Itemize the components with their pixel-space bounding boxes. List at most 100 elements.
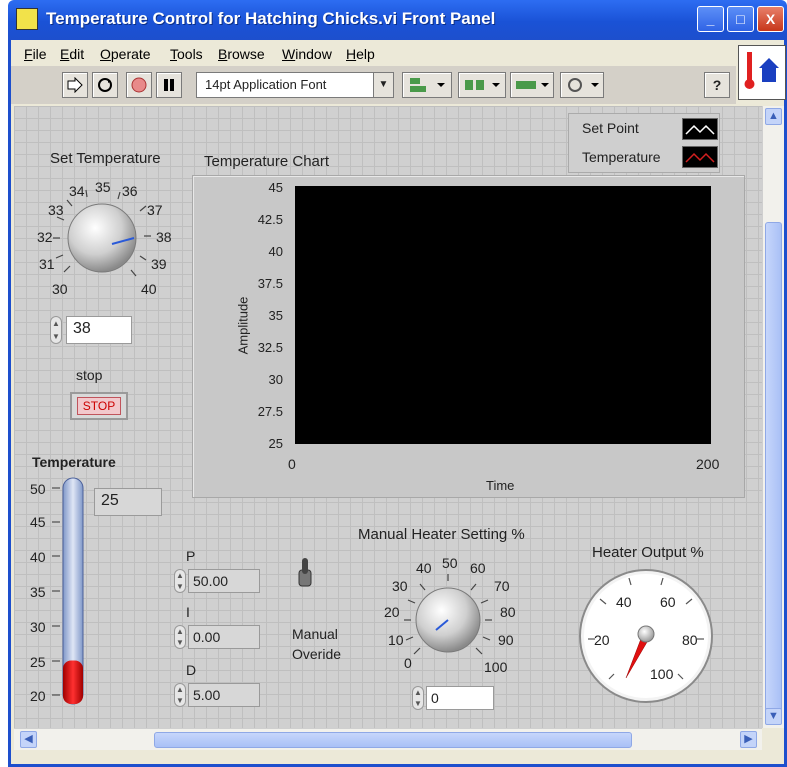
window-title: Temperature Control for Hatching Chicks.…: [46, 9, 496, 28]
legend-temperature: Temperature: [582, 149, 661, 165]
plot-area[interactable]: [295, 186, 711, 444]
i-increment[interactable]: ▲ ▼: [174, 625, 186, 649]
temperature-scale-35: 35: [30, 584, 46, 600]
scroll-right-icon[interactable]: ▶: [740, 731, 757, 748]
ytick-25: 25: [268, 436, 283, 451]
run-arrow-icon: [67, 76, 83, 94]
gauge-scale-80: 80: [682, 632, 698, 648]
ytick-30: 30: [268, 372, 283, 387]
temperature-scale-30: 30: [30, 619, 46, 635]
heater-setting-increment[interactable]: ▲ ▼: [412, 686, 424, 710]
chart-xlabel: Time: [486, 478, 515, 493]
vertical-scrollbar[interactable]: ▲ ▼: [762, 106, 784, 728]
thermometer-house-icon: [744, 52, 779, 89]
horizontal-scroll-thumb[interactable]: [154, 732, 632, 748]
menu-file[interactable]: File: [24, 46, 47, 62]
gauge-scale-20: 20: [594, 632, 610, 648]
set-temp-scale-39: 39: [151, 256, 167, 272]
resize-icon: [516, 81, 549, 89]
align-icon: [410, 78, 445, 92]
distribute-icon: [465, 80, 500, 90]
p-label: P: [186, 548, 196, 564]
set-temperature-increment[interactable]: ▲ ▼: [50, 316, 62, 344]
set-temp-scale-33: 33: [48, 202, 64, 218]
scroll-left-icon[interactable]: ◀: [20, 731, 37, 748]
pause-button[interactable]: [156, 72, 182, 98]
vertical-scroll-thumb[interactable]: [765, 222, 782, 717]
vi-icon[interactable]: [738, 45, 786, 100]
help-button[interactable]: ?: [704, 72, 730, 98]
heater-scale-20: 20: [384, 604, 400, 620]
close-button[interactable]: X: [757, 6, 784, 32]
minimize-button[interactable]: _: [697, 6, 724, 32]
chevron-down-icon: ▼: [373, 73, 393, 97]
ytick-27-5: 27.5: [257, 404, 283, 419]
heater-output-label: Heater Output %: [592, 544, 704, 561]
manual-override-label-1: Manual: [292, 626, 338, 642]
heater-setting-value[interactable]: 0: [426, 686, 494, 710]
heater-scale-90: 90: [498, 632, 514, 648]
menu-edit[interactable]: Edit: [60, 46, 84, 62]
reorder-button[interactable]: [560, 72, 604, 98]
stop-label: stop: [76, 367, 103, 383]
font-select[interactable]: 14pt Application Font ▼: [196, 72, 394, 98]
abort-button[interactable]: [126, 72, 152, 98]
run-button[interactable]: [62, 72, 88, 98]
d-value[interactable]: 5.00: [188, 683, 260, 707]
menu-tools[interactable]: Tools: [170, 46, 203, 62]
d-increment[interactable]: ▲ ▼: [174, 683, 186, 707]
abort-icon: [131, 77, 147, 93]
xtick-200: 200: [696, 456, 720, 472]
ytick-40: 40: [268, 244, 283, 259]
stop-button[interactable]: STOP: [70, 392, 128, 420]
pause-icon: [164, 79, 174, 91]
heater-setting-label: Manual Heater Setting %: [358, 526, 525, 543]
run-continuously-button[interactable]: [92, 72, 118, 98]
scroll-down-icon[interactable]: ▼: [765, 708, 782, 725]
set-temperature-value[interactable]: 38: [66, 316, 132, 344]
menu-help[interactable]: Help: [346, 46, 375, 62]
set-temp-scale-37: 37: [147, 202, 163, 218]
manual-override-toggle[interactable]: [296, 556, 314, 588]
legend-temperature-swatch[interactable]: [682, 146, 718, 168]
heater-scale-30: 30: [392, 578, 408, 594]
xtick-0: 0: [288, 456, 296, 472]
legend-set-point: Set Point: [582, 120, 639, 136]
heater-scale-0: 0: [404, 655, 412, 671]
d-label: D: [186, 662, 197, 678]
set-temp-scale-31: 31: [39, 256, 55, 272]
chart-ylabel: Amplitude: [235, 296, 251, 355]
set-temp-scale-30: 30: [52, 281, 68, 297]
horizontal-scrollbar[interactable]: ◀ ▶: [14, 728, 762, 750]
temperature-scale-40: 40: [30, 549, 46, 565]
heater-scale-40: 40: [416, 560, 432, 576]
i-value[interactable]: 0.00: [188, 625, 260, 649]
temperature-scale-20: 20: [30, 688, 46, 704]
thermometer-indicator: [52, 477, 84, 705]
menu-operate[interactable]: Operate: [100, 46, 151, 62]
set-temp-scale-35: 35: [95, 179, 111, 195]
resize-objects-button[interactable]: [510, 72, 554, 98]
temperature-scale-25: 25: [30, 654, 46, 670]
maximize-button[interactable]: □: [727, 6, 754, 32]
thermometer-fill: [63, 660, 83, 704]
stop-button-text: STOP: [77, 397, 121, 415]
labview-app-icon[interactable]: [16, 8, 38, 30]
set-temp-scale-40: 40: [141, 281, 157, 297]
legend-set-point-swatch[interactable]: [682, 118, 718, 140]
set-temp-scale-34: 34: [69, 183, 85, 199]
align-objects-button[interactable]: [402, 72, 452, 98]
temperature-scale-50: 50: [30, 481, 46, 497]
heater-scale-80: 80: [500, 604, 516, 620]
distribute-objects-button[interactable]: [458, 72, 506, 98]
gauge-scale-60: 60: [660, 594, 676, 610]
menu-browse[interactable]: Browse: [218, 46, 265, 62]
manual-override-label-2: Overide: [292, 646, 342, 662]
p-increment[interactable]: ▲ ▼: [174, 569, 186, 593]
font-select-value: 14pt Application Font: [205, 77, 327, 92]
p-value[interactable]: 50.00: [188, 569, 260, 593]
menu-window[interactable]: Window: [282, 46, 332, 62]
chart-title: Temperature Chart: [204, 153, 330, 170]
scroll-up-icon[interactable]: ▲: [765, 108, 782, 125]
set-temp-scale-32: 32: [37, 229, 53, 245]
